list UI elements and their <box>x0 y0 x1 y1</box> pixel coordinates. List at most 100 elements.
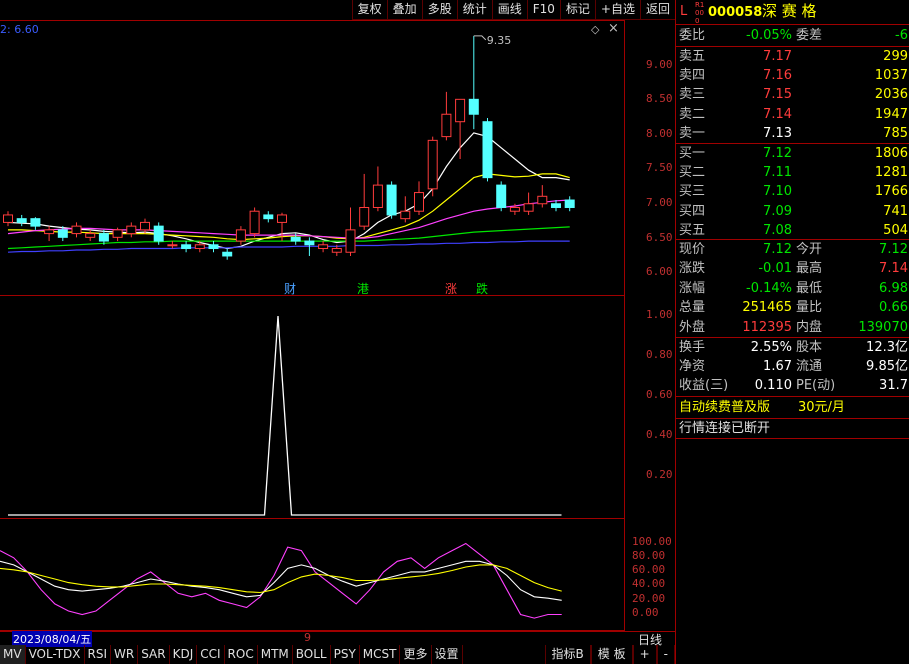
candle[interactable] <box>3 214 13 223</box>
sell-row[interactable]: 卖二 7.14 1947 <box>676 105 909 124</box>
tab-0[interactable]: MV <box>0 645 26 664</box>
toolbar-button-2[interactable]: 多股 <box>421 0 457 20</box>
candle[interactable] <box>551 203 561 208</box>
marker-cai[interactable]: 财 <box>284 280 296 297</box>
sell-row[interactable]: 卖三 7.15 2036 <box>676 85 909 104</box>
candle[interactable] <box>181 244 192 250</box>
candle[interactable] <box>167 244 178 247</box>
candle[interactable] <box>496 184 507 208</box>
tab-7[interactable]: ROC <box>225 645 258 664</box>
buy-row[interactable]: 买一 7.12 1806 <box>676 144 909 163</box>
stat2-row: 收益(三) 0.110 PE(动) 31.7 <box>676 376 909 395</box>
candle[interactable] <box>318 244 329 250</box>
tab-2[interactable]: RSI <box>85 645 111 664</box>
toolbar-button-6[interactable]: 标记 <box>559 0 595 20</box>
buy-volume: 1766 <box>874 184 908 200</box>
candle[interactable] <box>509 206 520 212</box>
toolbar-button-1[interactable]: 叠加 <box>386 0 422 20</box>
candle[interactable] <box>523 203 534 212</box>
candle[interactable] <box>126 225 137 235</box>
tab-10[interactable]: PSY <box>331 645 360 664</box>
indicator-2-y-axis: 100.00 80.00 60.00 40.00 20.00 0.00 <box>632 519 675 631</box>
candle[interactable] <box>140 221 150 231</box>
tab-12[interactable]: 更多 <box>400 645 432 664</box>
sell-price: 7.17 <box>763 49 792 64</box>
candle[interactable] <box>345 229 356 253</box>
marker-gang[interactable]: 港 <box>357 280 369 297</box>
candle[interactable] <box>359 206 370 227</box>
candle[interactable] <box>153 225 164 242</box>
candle[interactable] <box>400 210 411 220</box>
kline-chart-panel[interactable]: 2: 6.60 ◇ × 9.35 财 港 涨 跌 <box>0 20 625 296</box>
candle[interactable] <box>331 248 342 253</box>
candle[interactable] <box>222 251 233 257</box>
buy-row[interactable]: 买二 7.11 1281 <box>676 163 909 182</box>
stat2-row-label2: PE(动) <box>796 378 836 394</box>
candle[interactable] <box>249 210 260 235</box>
buy-row[interactable]: 买四 7.09 741 <box>676 202 909 221</box>
tab-13[interactable]: 设置 <box>432 645 463 664</box>
tab-1[interactable]: VOL-TDX <box>26 645 85 664</box>
indicator-panel-2[interactable] <box>0 519 625 631</box>
marker-die[interactable]: 跌 <box>476 280 488 297</box>
weicha-label: 委差 <box>796 28 823 43</box>
sell-row[interactable]: 卖四 7.16 1037 <box>676 66 909 85</box>
tab-right-2[interactable]: + <box>632 645 657 664</box>
candle[interactable] <box>441 113 452 138</box>
stat2-row-value2: 9.85亿 <box>866 359 908 375</box>
candle[interactable] <box>71 225 82 235</box>
toolbar-button-0[interactable]: 复权 <box>351 0 387 20</box>
sell-row[interactable]: 卖一 7.13 785 <box>676 124 909 143</box>
promo-row[interactable]: 自动续费普及版 30元/月 <box>676 398 909 417</box>
toolbar-button-4[interactable]: 画线 <box>491 0 527 20</box>
tab-right-1[interactable]: 模 板 <box>590 645 633 664</box>
tab-right-0[interactable]: 指标B <box>544 645 591 664</box>
candle[interactable] <box>30 218 41 227</box>
toolbar-button-8[interactable]: 返回 <box>639 0 675 20</box>
candle[interactable] <box>537 195 548 205</box>
y-tick: 7.50 <box>646 161 673 174</box>
candle[interactable] <box>468 98 479 115</box>
candle[interactable] <box>414 192 424 212</box>
candle[interactable] <box>372 184 383 208</box>
tab-11[interactable]: MCST <box>360 645 401 664</box>
candle[interactable] <box>112 229 123 238</box>
candle[interactable] <box>564 199 575 208</box>
candle[interactable] <box>44 229 55 235</box>
buy-row[interactable]: 买三 7.10 1766 <box>676 182 909 201</box>
candle[interactable] <box>277 214 287 223</box>
candle[interactable] <box>16 218 27 223</box>
tab-right-3[interactable]: - <box>656 645 675 664</box>
indicator-panel-1[interactable] <box>0 296 625 519</box>
candle[interactable] <box>290 236 301 242</box>
tab-6[interactable]: CCI <box>197 645 225 664</box>
candle[interactable] <box>482 121 493 179</box>
toolbar-button-3[interactable]: 统计 <box>456 0 492 20</box>
y-tick: 7.00 <box>646 196 673 209</box>
candle[interactable] <box>194 244 205 250</box>
toolbar-button-5[interactable]: F10 <box>526 0 560 20</box>
tab-5[interactable]: KDJ <box>170 645 198 664</box>
candle[interactable] <box>455 98 466 123</box>
tab-8[interactable]: MTM <box>258 645 293 664</box>
promo-price[interactable]: 30元/月 <box>798 398 845 417</box>
tab-9[interactable]: BOLL <box>293 645 331 664</box>
marker-zhang[interactable]: 涨 <box>445 280 457 297</box>
candle[interactable] <box>304 240 315 246</box>
candle[interactable] <box>85 233 96 238</box>
candle[interactable] <box>208 244 219 250</box>
candle[interactable] <box>427 139 438 190</box>
candle[interactable] <box>235 229 246 242</box>
stat-row-value: -0.14% <box>746 280 792 296</box>
toolbar-button-7[interactable]: +自选 <box>594 0 640 20</box>
candle[interactable] <box>386 184 397 216</box>
sell-row[interactable]: 卖五 7.17 299 <box>676 47 909 66</box>
buy-row[interactable]: 买五 7.08 504 <box>676 221 909 240</box>
tab-4[interactable]: SAR <box>138 645 170 664</box>
candle[interactable] <box>98 233 109 242</box>
tab-3[interactable]: WR <box>111 645 139 664</box>
stock-header: L R1000 000058 深 赛 格 <box>676 1 909 25</box>
promo-text[interactable]: 自动续费普及版 <box>679 398 770 417</box>
candle[interactable] <box>57 229 68 238</box>
candle[interactable] <box>263 214 274 220</box>
